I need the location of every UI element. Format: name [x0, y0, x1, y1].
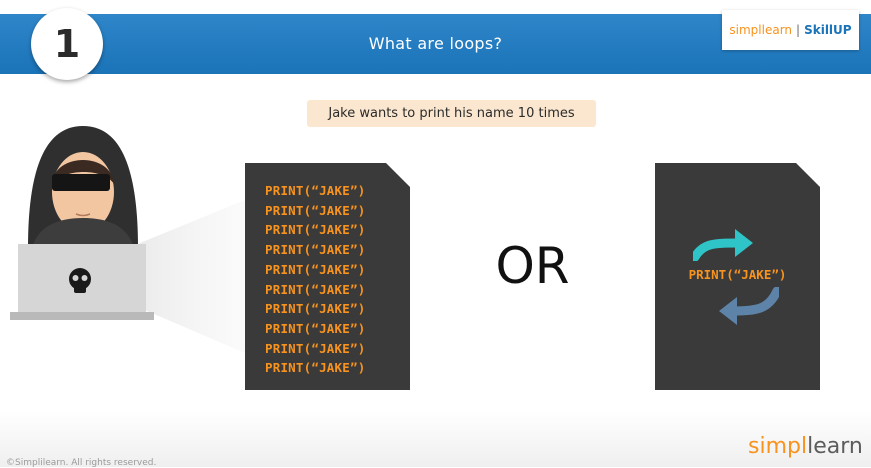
footer-logo-simpl: simpl — [748, 434, 808, 459]
code-line: PRINT(“JAKE”) — [265, 320, 366, 336]
loop-code-document: PRINT(“JAKE”) — [655, 163, 820, 390]
loop-back-arrow-icon — [717, 287, 779, 329]
footer-logo: simpllearn — [748, 434, 863, 459]
slide-number: 1 — [53, 22, 81, 66]
code-list: PRINT(“JAKE”) PRINT(“JAKE”) PRINT(“JAKE”) P… — [265, 181, 365, 378]
brand-separator: | — [796, 23, 801, 37]
loop-forward-arrow-icon — [693, 223, 755, 261]
loop-code-line: PRINT(“JAKE”) — [688, 267, 787, 282]
code-line: PRINT(“JAKE”) — [265, 183, 366, 198]
code-line: PRINT(“JAKE”) — [265, 222, 366, 238]
caption-box: Jake wants to print his name 10 times — [307, 100, 596, 127]
brand-simpl-text: simpl — [729, 23, 762, 37]
slide-number-badge: 1 — [31, 8, 103, 80]
brand-logo: simpl learn | SkillUP — [722, 10, 859, 50]
code-line: PRINT(“JAKE”) — [265, 281, 366, 297]
code-line: PRINT(“JAKE”) — [265, 242, 366, 258]
hacker-illustration — [10, 126, 154, 320]
footer-logo-learn: learn — [807, 434, 863, 459]
brand-learn-text: learn — [761, 23, 793, 37]
repeated-code-document: PRINT(“JAKE”) PRINT(“JAKE”) PRINT(“JAKE”) P… — [245, 163, 410, 390]
or-text: OR — [495, 237, 570, 295]
code-line: PRINT(“JAKE”) — [265, 202, 366, 218]
brand-skillup-text: SkillUP — [804, 23, 852, 37]
code-line: PRINT(“JAKE”) — [265, 301, 366, 317]
caption-text: Jake wants to print his name 10 times — [328, 106, 575, 121]
code-line: PRINT(“JAKE”) — [265, 340, 366, 356]
code-line: PRINT(“JAKE”) — [265, 360, 366, 376]
code-line: PRINT(“JAKE”) — [265, 261, 366, 277]
